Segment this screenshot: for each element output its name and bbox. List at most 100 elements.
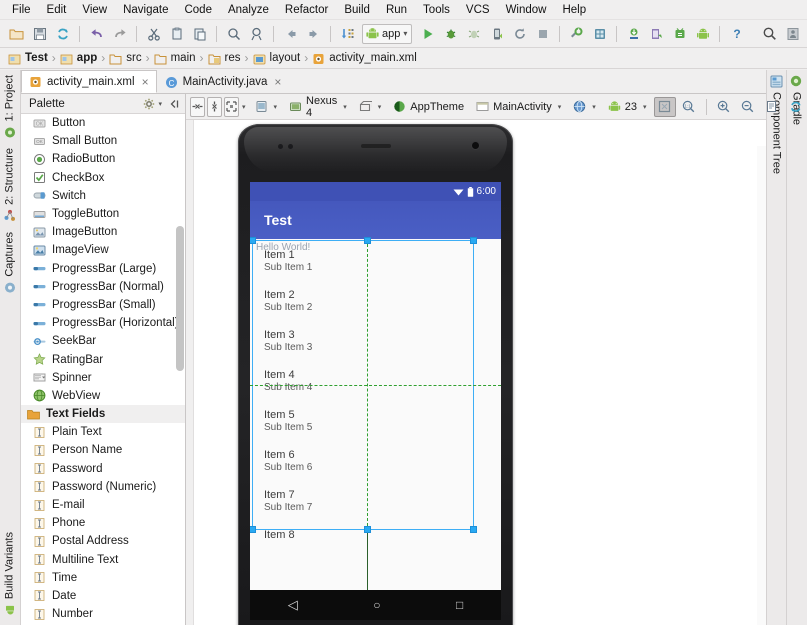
toolwindow-tab-1-project[interactable]: 1: Project — [0, 70, 19, 143]
palette-item-person-name[interactable]: Person Name — [21, 441, 185, 459]
device-screen[interactable]: 6:00 Test Hello World! Item 1 Sub Item 1I… — [250, 182, 501, 590]
run-configuration-selector[interactable]: app ▾ — [362, 23, 413, 44]
palette-item-progressbar-small[interactable]: ProgressBar (Small) — [21, 296, 185, 314]
orientation-selector[interactable]: ▾ — [354, 97, 387, 117]
zoom-out-icon[interactable] — [737, 97, 759, 117]
palette-item-spinner[interactable]: Spinner — [21, 369, 185, 387]
copy-icon[interactable] — [165, 23, 188, 45]
toolwindow-tab-2-structure[interactable]: 2: Structure — [0, 143, 19, 227]
list-item[interactable]: Item 6 Sub Item 6 — [264, 449, 312, 474]
sdk-manager-icon[interactable] — [565, 23, 588, 45]
zoom-fit-icon[interactable] — [653, 96, 676, 117]
list-item[interactable]: Item 3 Sub Item 3 — [264, 329, 312, 354]
close-icon[interactable]: × — [142, 75, 149, 89]
menu-item-build[interactable]: Build — [336, 2, 378, 18]
palette-item-switch[interactable]: Switch — [21, 187, 185, 205]
breadcrumb-item-layout[interactable]: layout — [250, 52, 304, 65]
menu-item-edit[interactable]: Edit — [39, 2, 75, 18]
chevron-down-icon[interactable]: ▾ — [274, 103, 278, 111]
palette-item-phone[interactable]: Phone — [21, 514, 185, 532]
menu-item-tools[interactable]: Tools — [415, 2, 458, 18]
device-selector[interactable]: Nexus 4 ▾ — [284, 95, 352, 119]
preview-canvas[interactable]: 6:00 Test Hello World! Item 1 Sub Item 1I… — [186, 120, 766, 625]
expand-icon[interactable] — [224, 96, 239, 117]
palette-scrollbar[interactable] — [176, 226, 184, 371]
palette-item-imagebutton[interactable]: ImageButton — [21, 223, 185, 241]
selection-handle-top-right[interactable] — [470, 237, 477, 244]
device-selector[interactable]: ▾ — [250, 97, 283, 117]
menu-item-run[interactable]: Run — [378, 2, 415, 18]
menu-item-code[interactable]: Code — [176, 2, 220, 18]
menu-item-vcs[interactable]: VCS — [458, 2, 498, 18]
save-all-icon[interactable] — [28, 23, 51, 45]
forward-icon[interactable] — [302, 23, 325, 45]
chevron-down-icon[interactable]: ▾ — [158, 100, 162, 108]
palette-item-text-fields[interactable]: Text Fields — [21, 405, 185, 424]
android-device-icon[interactable] — [691, 23, 714, 45]
palette-item-progressbar-large[interactable]: ProgressBar (Large) — [21, 260, 185, 278]
debug-icon[interactable] — [439, 23, 462, 45]
palette-item-seekbar[interactable]: SeekBar — [21, 332, 185, 350]
menu-item-view[interactable]: View — [74, 2, 115, 18]
render-icon[interactable] — [761, 97, 783, 117]
palette-item-e-mail[interactable]: E-mail — [21, 496, 185, 514]
selection-handle-top-left[interactable] — [250, 237, 256, 244]
palette-item-multiline-text[interactable]: Multiline Text — [21, 551, 185, 569]
chevron-down-icon[interactable]: ▾ — [592, 103, 596, 111]
palette-item-time[interactable]: Time — [21, 569, 185, 587]
locale-selector[interactable]: ▾ — [568, 97, 601, 117]
palette-item-webview[interactable]: WebView — [21, 387, 185, 405]
zoom-actual-icon[interactable]: 1:1 — [678, 97, 700, 117]
api-level-selector[interactable]: 23 ▾ — [603, 97, 652, 117]
run-icon[interactable] — [416, 23, 439, 45]
list-item[interactable]: Item 4 Sub Item 4 — [264, 369, 312, 394]
nav-back-icon[interactable]: ◁ — [288, 597, 298, 613]
palette-item-password-numeric[interactable]: Password (Numeric) — [21, 478, 185, 496]
chevron-down-icon[interactable]: ▾ — [343, 103, 347, 111]
palette-item-progressbar-horizontal[interactable]: ProgressBar (Horizontal) — [21, 314, 185, 332]
android-monitor-icon[interactable] — [668, 23, 691, 45]
breadcrumb-item-test[interactable]: Test — [5, 52, 51, 65]
rerun-icon[interactable] — [508, 23, 531, 45]
palette-item-imageview[interactable]: ImageView — [21, 241, 185, 259]
close-icon[interactable]: × — [274, 75, 281, 89]
palette-item-number[interactable]: Number — [21, 605, 185, 623]
breadcrumb-item-activity_main-xml[interactable]: activity_main.xml — [309, 52, 420, 65]
palette-item-radiobutton[interactable]: RadioButton — [21, 150, 185, 168]
nav-recents-icon[interactable]: □ — [456, 598, 463, 612]
nav-home-icon[interactable]: ○ — [373, 598, 380, 612]
attach-debugger-icon[interactable] — [485, 23, 508, 45]
palette-item-small-button[interactable]: OK Small Button — [21, 132, 185, 150]
menu-item-file[interactable]: File — [4, 2, 39, 18]
paste-icon[interactable] — [188, 23, 211, 45]
activity-selector[interactable]: MainActivity ▾ — [471, 97, 566, 117]
collapse-icon[interactable] — [166, 96, 182, 112]
theme-selector[interactable]: AppTheme — [388, 97, 469, 117]
chevron-down-icon[interactable]: ▾ — [558, 103, 562, 111]
replace-icon[interactable] — [245, 23, 268, 45]
sync-icon[interactable] — [51, 23, 74, 45]
chevron-down-icon[interactable]: ▾ — [242, 103, 246, 111]
selection-handle-top-center[interactable] — [364, 237, 371, 244]
align-vertical-icon[interactable] — [207, 96, 222, 117]
palette-item-button[interactable]: OK Button — [21, 114, 185, 132]
list-view[interactable]: Item 1 Sub Item 1 Item 2 Sub Item 2 Item 3 Su… — [250, 239, 501, 590]
stop-icon[interactable] — [531, 23, 554, 45]
gear-icon[interactable] — [140, 96, 158, 112]
palette-item-postal-address[interactable]: Postal Address — [21, 532, 185, 550]
list-item[interactable]: Item 1 Sub Item 1 — [264, 249, 312, 274]
selection-handle-bottom-center[interactable] — [364, 526, 371, 533]
redo-icon[interactable] — [108, 23, 131, 45]
palette-item-password[interactable]: Password — [21, 460, 185, 478]
list-item[interactable]: Item 5 Sub Item 5 — [264, 409, 312, 434]
layout-content[interactable]: Hello World! Item 1 Sub Item 1 Item 2 Sub I… — [250, 237, 501, 590]
back-icon[interactable] — [279, 23, 302, 45]
device-preview[interactable]: 6:00 Test Hello World! Item 1 Sub Item 1I… — [238, 124, 513, 625]
chevron-down-icon[interactable]: ▾ — [378, 103, 382, 111]
palette-item-date[interactable]: Date — [21, 587, 185, 605]
breadcrumb-item-src[interactable]: src — [106, 52, 144, 65]
zoom-in-icon[interactable] — [713, 97, 735, 117]
coverage-icon[interactable] — [462, 23, 485, 45]
chevron-down-icon[interactable]: ▾ — [403, 29, 407, 38]
download-icon[interactable] — [622, 23, 645, 45]
